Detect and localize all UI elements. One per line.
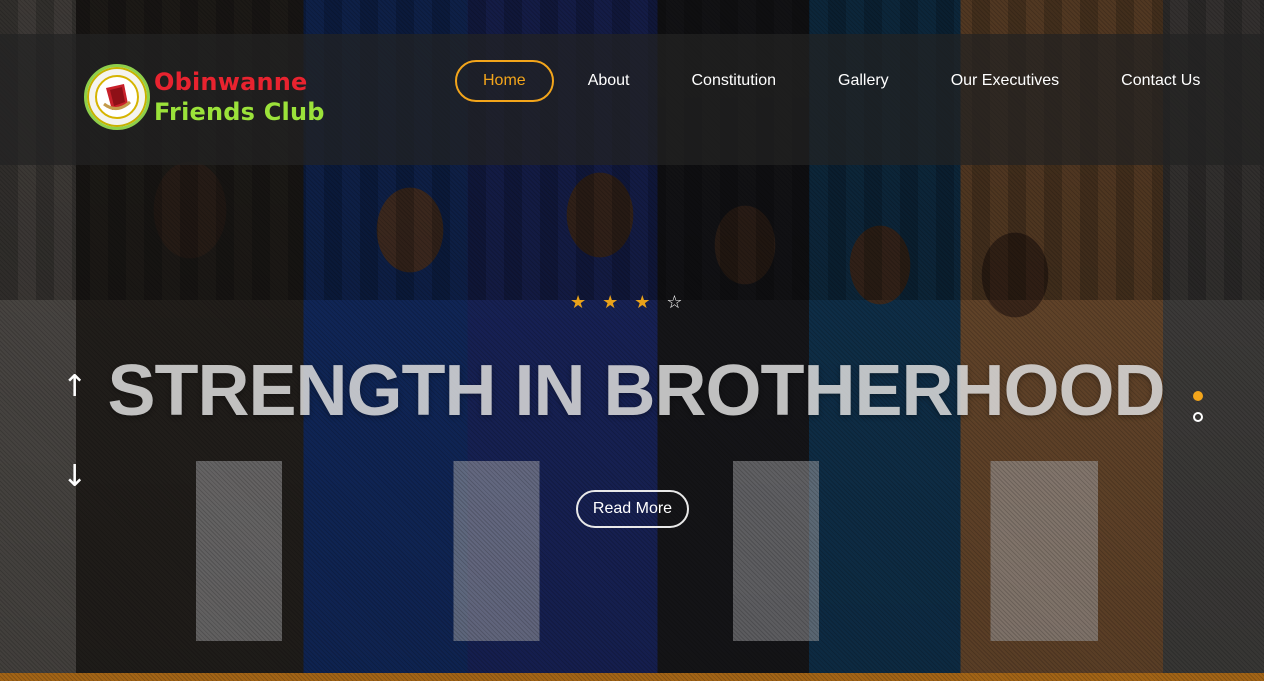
star-icon: ☆ xyxy=(666,292,683,313)
slide-dot-active[interactable] xyxy=(1193,391,1203,401)
star-icon: ★ xyxy=(602,292,619,313)
brand-name-line1: Obinwanne xyxy=(154,68,308,96)
read-more-button[interactable]: Read More xyxy=(576,490,689,528)
brand-logo[interactable]: Obinwanne Friends Club xyxy=(84,64,325,130)
hero-headline: STRENGTH IN BROTHERHOOD xyxy=(107,351,1166,431)
decorative-stars: ★ ★ ★ ☆ xyxy=(570,292,683,313)
slide-indicators xyxy=(1193,391,1203,433)
brand-name-line2: Friends Club xyxy=(154,98,325,126)
nav-contact-us[interactable]: Contact Us xyxy=(1093,60,1228,102)
main-nav: Home About Constitution Gallery Our Exec… xyxy=(455,60,1234,102)
arrow-down-icon[interactable]: ↓ xyxy=(62,462,87,492)
hero-background-photo xyxy=(110,461,1184,641)
nav-gallery[interactable]: Gallery xyxy=(810,60,917,102)
bottom-accent-bar xyxy=(0,673,1264,681)
slide-dot[interactable] xyxy=(1193,412,1203,422)
nav-our-executives[interactable]: Our Executives xyxy=(923,60,1087,102)
nav-home[interactable]: Home xyxy=(455,60,554,102)
navbar: Obinwanne Friends Club Home About Consti… xyxy=(0,34,1264,165)
star-icon: ★ xyxy=(570,292,587,313)
nav-constitution[interactable]: Constitution xyxy=(664,60,805,102)
hero-banner: ★ ★ ★ ☆ Obinwanne Friends Club Home Abou… xyxy=(0,0,1264,681)
club-crest-icon xyxy=(84,64,150,130)
brand-name: Obinwanne Friends Club xyxy=(154,67,325,127)
nav-about[interactable]: About xyxy=(560,60,658,102)
star-icon: ★ xyxy=(634,292,651,313)
